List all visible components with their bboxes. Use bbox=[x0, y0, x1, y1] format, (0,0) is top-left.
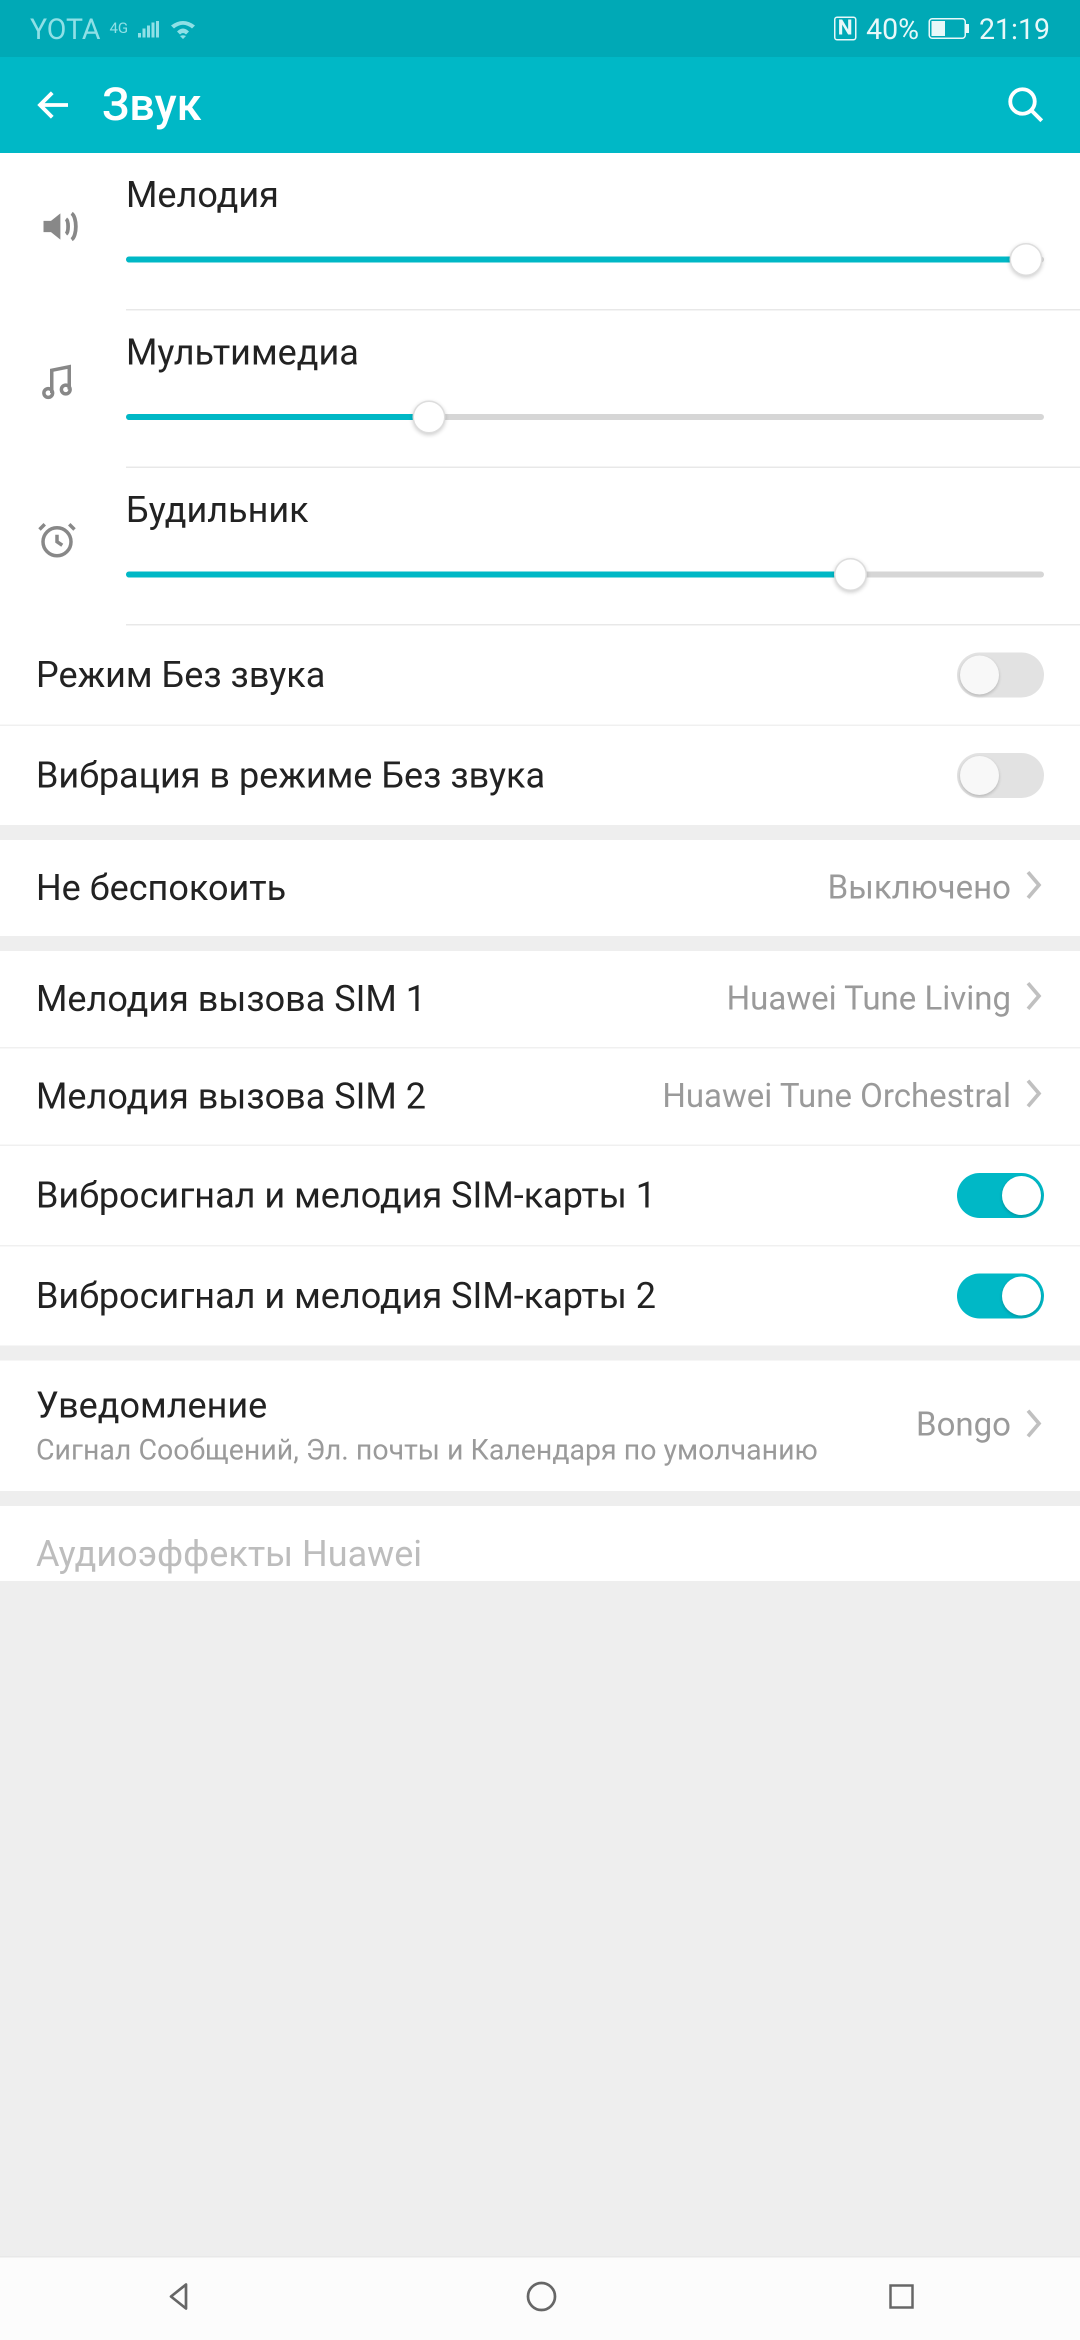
volume-icon bbox=[36, 153, 126, 249]
media-volume-row: Мультимедиа bbox=[0, 311, 1080, 467]
search-button[interactable] bbox=[996, 84, 1056, 126]
dnd-row[interactable]: Не беспокоить Выключено bbox=[0, 840, 1080, 936]
vibro-sim2-toggle[interactable] bbox=[957, 1274, 1044, 1319]
vibro-sim1-label: Вибросигнал и мелодия SIM-карты 1 bbox=[36, 1175, 957, 1217]
volume-sliders-group: Мелодия Мультимедиа Будильник bbox=[0, 153, 1080, 825]
wifi-icon bbox=[170, 11, 197, 46]
notification-row[interactable]: Уведомление Сигнал Сообщений, Эл. почты … bbox=[0, 1361, 1080, 1492]
vibro-sim2-row[interactable]: Вибросигнал и мелодия SIM-карты 2 bbox=[0, 1245, 1080, 1346]
vibrate-silent-label: Вибрация в режиме Без звука bbox=[36, 755, 957, 797]
audio-effects-row[interactable]: Аудиоэффекты Huawei bbox=[0, 1506, 1080, 1581]
notification-label: Уведомление bbox=[36, 1385, 916, 1427]
status-bar: YOTA 4G N 40% 21:19 bbox=[0, 0, 1080, 57]
silent-mode-toggle[interactable] bbox=[957, 653, 1044, 698]
dnd-group: Не беспокоить Выключено bbox=[0, 840, 1080, 936]
vibro-sim1-row[interactable]: Вибросигнал и мелодия SIM-карты 1 bbox=[0, 1145, 1080, 1246]
battery-icon bbox=[928, 11, 970, 46]
signal-icon bbox=[137, 11, 161, 46]
nfc-icon: N bbox=[833, 17, 857, 41]
chevron-right-icon bbox=[1023, 869, 1044, 908]
battery-pct: 40% bbox=[866, 11, 919, 46]
ringtone-sim2-row[interactable]: Мелодия вызова SIM 2 Huawei Tune Orchest… bbox=[0, 1047, 1080, 1145]
vibrate-silent-toggle[interactable] bbox=[957, 753, 1044, 798]
notification-group: Уведомление Сигнал Сообщений, Эл. почты … bbox=[0, 1361, 1080, 1492]
ringtone-volume-slider[interactable] bbox=[126, 243, 1044, 276]
ringtone-sim1-row[interactable]: Мелодия вызова SIM 1 Huawei Tune Living bbox=[0, 951, 1080, 1047]
audio-effects-label: Аудиоэффекты Huawei bbox=[36, 1533, 422, 1575]
nav-home-button[interactable] bbox=[523, 2278, 559, 2320]
silent-mode-label: Режим Без звука bbox=[36, 654, 957, 696]
dnd-value: Выключено bbox=[828, 869, 1011, 907]
chevron-right-icon bbox=[1023, 1406, 1044, 1445]
ringtone-volume-label: Мелодия bbox=[126, 174, 1044, 216]
back-button[interactable] bbox=[24, 84, 84, 126]
dnd-label: Не беспокоить bbox=[36, 867, 828, 909]
notification-subtitle: Сигнал Сообщений, Эл. почты и Календаря … bbox=[36, 1433, 916, 1468]
alarm-volume-slider[interactable] bbox=[126, 558, 1044, 591]
time-label: 21:19 bbox=[979, 11, 1050, 46]
chevron-right-icon bbox=[1023, 980, 1044, 1019]
carrier-label: YOTA bbox=[30, 11, 100, 46]
status-left: YOTA 4G bbox=[30, 11, 197, 46]
page-title: Звук bbox=[102, 79, 996, 132]
ringtone-sim2-label: Мелодия вызова SIM 2 bbox=[36, 1076, 662, 1118]
alarm-volume-row: Будильник bbox=[0, 468, 1080, 624]
nav-back-button[interactable] bbox=[162, 2278, 198, 2320]
navigation-bar bbox=[0, 2256, 1080, 2340]
status-right: N 40% 21:19 bbox=[833, 11, 1050, 46]
media-volume-slider[interactable] bbox=[126, 401, 1044, 434]
vibrate-silent-row[interactable]: Вибрация в режиме Без звука bbox=[0, 725, 1080, 826]
alarm-icon bbox=[36, 468, 126, 561]
nav-recent-button[interactable] bbox=[884, 2279, 917, 2318]
ringtone-group: Мелодия вызова SIM 1 Huawei Tune Living … bbox=[0, 951, 1080, 1346]
ringtone-volume-row: Мелодия bbox=[0, 153, 1080, 309]
media-volume-label: Мультимедиа bbox=[126, 332, 1044, 374]
vibro-sim2-label: Вибросигнал и мелодия SIM-карты 2 bbox=[36, 1275, 957, 1317]
ringtone-sim1-label: Мелодия вызова SIM 1 bbox=[36, 978, 727, 1020]
ringtone-sim2-value: Huawei Tune Orchestral bbox=[662, 1078, 1011, 1116]
music-icon bbox=[36, 311, 126, 404]
vibro-sim1-toggle[interactable] bbox=[957, 1173, 1044, 1218]
network-label: 4G bbox=[109, 20, 128, 37]
silent-mode-row[interactable]: Режим Без звука bbox=[0, 626, 1080, 725]
chevron-right-icon bbox=[1023, 1077, 1044, 1116]
alarm-volume-label: Будильник bbox=[126, 489, 1044, 531]
app-bar: Звук bbox=[0, 57, 1080, 153]
notification-value: Bongo bbox=[916, 1407, 1011, 1445]
ringtone-sim1-value: Huawei Tune Living bbox=[727, 980, 1011, 1018]
